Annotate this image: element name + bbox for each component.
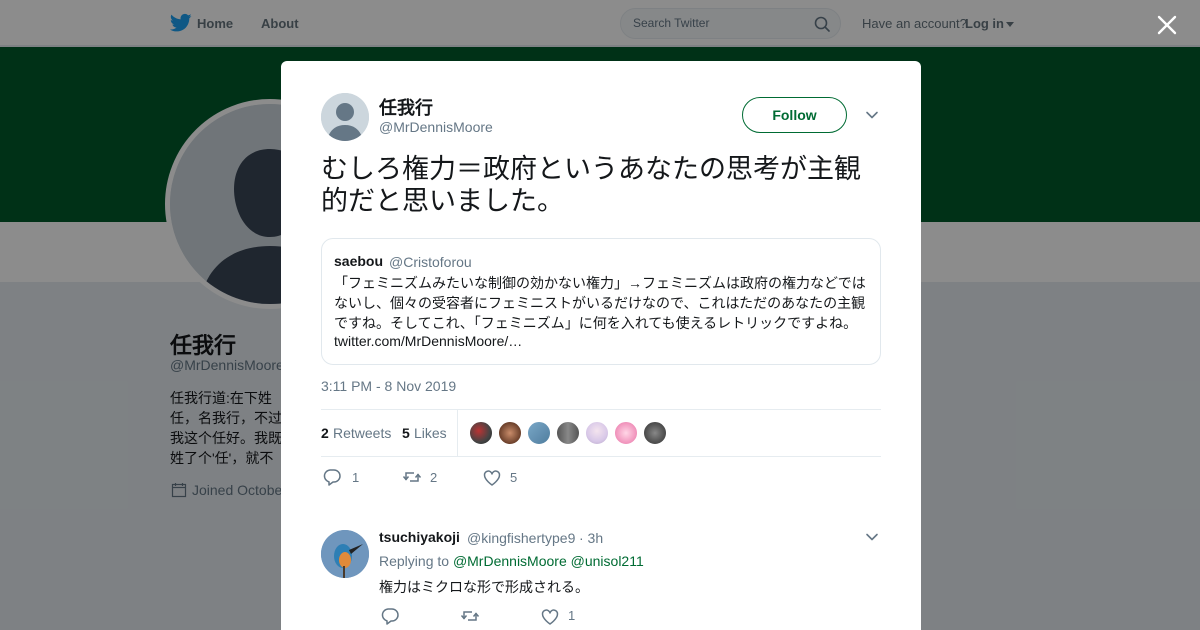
mention-link[interactable]: @MrDennisMoore <box>453 553 567 569</box>
reply-icon[interactable] <box>380 606 400 626</box>
tweet-timestamp[interactable]: 3:11 PM - 8 Nov 2019 <box>321 378 456 394</box>
chevron-down-icon[interactable] <box>865 108 879 122</box>
reply-text: 権力はミクロな形で形成される。 <box>379 579 589 595</box>
reply-time[interactable]: · 3h <box>579 530 603 546</box>
retweets-label[interactable]: Retweets <box>333 425 391 441</box>
liker-avatar[interactable] <box>643 421 667 445</box>
quoted-tweet[interactable]: saebou @Cristoforou 「フェミニズムみたいな制御の効かない権力… <box>321 238 881 365</box>
quoted-tweet-link[interactable]: twitter.com/MrDennisMoore/… <box>334 333 523 349</box>
retweet-count: 2 <box>430 470 438 485</box>
heart-icon[interactable] <box>540 607 560 627</box>
chevron-down-icon[interactable] <box>865 530 879 544</box>
reply-author-avatar[interactable] <box>321 530 369 578</box>
author-avatar[interactable] <box>321 93 369 141</box>
stats-divider <box>457 410 458 457</box>
likes-label[interactable]: Likes <box>414 425 447 441</box>
author-handle[interactable]: @MrDennisMoore <box>379 119 493 135</box>
replying-to: Replying to @MrDennisMoore @unisol211 <box>379 553 644 569</box>
liker-avatar[interactable] <box>614 421 638 445</box>
tweet-stats: 2 Retweets 5 Likes <box>321 409 881 457</box>
liker-avatar[interactable] <box>469 421 493 445</box>
default-avatar-icon <box>321 93 369 141</box>
reply-author-handle[interactable]: @kingfishertype9 <box>467 530 575 546</box>
reply-like-count: 1 <box>568 608 576 623</box>
quoted-author-handle: @Cristoforou <box>389 254 472 270</box>
reply-icon[interactable] <box>322 467 342 487</box>
follow-button[interactable]: Follow <box>742 97 847 133</box>
likes-count[interactable]: 5 <box>402 425 410 441</box>
reply-count: 1 <box>352 470 360 485</box>
quoted-author-name: saebou <box>334 253 384 269</box>
close-icon[interactable] <box>1154 12 1180 38</box>
heart-icon[interactable] <box>482 468 502 488</box>
tweet-text: むしろ権力＝政府というあなたの思考が主観的だと思いました。 <box>321 154 861 216</box>
kingfisher-avatar-icon <box>321 530 369 578</box>
replying-to-label: Replying to <box>379 553 450 569</box>
retweet-icon[interactable] <box>460 606 480 626</box>
mention-link[interactable]: @unisol211 <box>571 553 644 569</box>
quoted-tweet-text: 「フェミニズムみたいな制御の効かない権力」→フェミニズムは政府の権力などではない… <box>334 275 866 331</box>
liker-avatar[interactable] <box>585 421 609 445</box>
reply-author-name[interactable]: tsuchiyakoji <box>379 529 460 545</box>
liker-avatar[interactable] <box>556 421 580 445</box>
like-count: 5 <box>510 470 518 485</box>
liker-avatar[interactable] <box>527 421 551 445</box>
retweet-icon[interactable] <box>402 467 422 487</box>
liker-avatar[interactable] <box>498 421 522 445</box>
retweets-count[interactable]: 2 <box>321 425 329 441</box>
author-name[interactable]: 任我行 <box>379 94 433 120</box>
tweet-modal: 任我行 @MrDennisMoore Follow むしろ権力＝政府というあなた… <box>281 61 921 630</box>
